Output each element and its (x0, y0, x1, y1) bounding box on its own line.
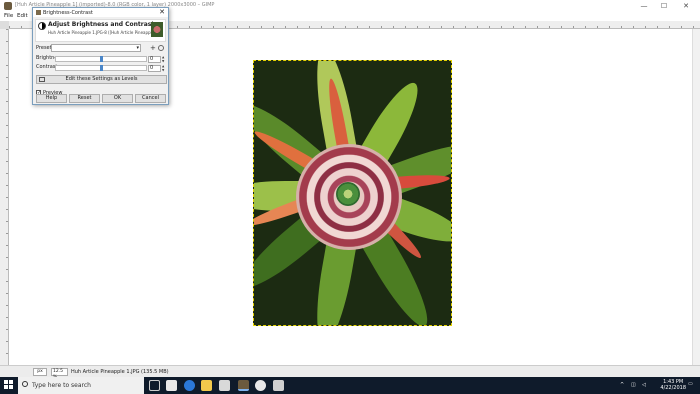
brightness-slider[interactable] (55, 56, 147, 62)
dialog-app-icon (36, 10, 41, 15)
close-button[interactable]: ✕ (678, 0, 694, 12)
search-icon (22, 381, 28, 387)
status-bar: px 12.5 % Huh Article Pineapple 1.JPG (1… (0, 365, 700, 380)
taskbar-clock[interactable]: 1:43 PM 4/22/2018 (660, 379, 686, 391)
windows-start-icon[interactable] (4, 380, 14, 390)
mail-icon[interactable] (219, 380, 230, 391)
task-view-icon[interactable] (149, 380, 160, 391)
tray-chevron-icon[interactable]: ^ (620, 382, 624, 388)
notifications-icon[interactable]: ▭ (688, 381, 693, 387)
help-button[interactable]: Help (36, 94, 67, 103)
brightness-spin-arrows[interactable]: ▲ ▼ (162, 55, 166, 63)
preset-menu-icon[interactable] (158, 45, 164, 51)
contrast-slider-handle[interactable] (100, 65, 103, 71)
image-thumbnail (151, 22, 163, 37)
presets-combo[interactable]: ▾ (51, 44, 141, 52)
dialog-titlebar[interactable]: Brightness-Contrast ✕ (33, 8, 168, 17)
clock-date: 4/22/2018 (660, 385, 686, 391)
edit-as-levels-label: Edit these Settings as Levels (65, 76, 138, 82)
brightness-contrast-dialog: Brightness-Contrast ✕ Adjust Brightness … (32, 7, 169, 105)
image-info: Huh Article Pineapple 1.JPG (135.5 MB) (71, 369, 169, 375)
chevron-down-icon: ▾ (136, 45, 139, 51)
taskbar-search-box[interactable]: Type here to search (18, 377, 144, 394)
windows-taskbar: Type here to search ^ ◫ ◁ 1:43 PM 4/22/2… (0, 377, 700, 394)
contrast-slider[interactable] (55, 65, 147, 71)
menu-file[interactable]: File (4, 13, 13, 19)
taskbar-search-placeholder: Type here to search (32, 382, 91, 389)
contrast-spin-arrows[interactable]: ▲ ▼ (162, 64, 166, 72)
notepad-icon[interactable] (273, 380, 284, 391)
file-explorer-icon[interactable] (201, 380, 212, 391)
levels-icon (39, 77, 45, 82)
store-icon[interactable] (166, 380, 177, 391)
vertical-scrollbar[interactable] (692, 29, 700, 365)
dialog-header: Adjust Brightness and Contrast Huh Artic… (35, 19, 166, 42)
vertical-ruler[interactable] (0, 29, 9, 365)
ruler-corner[interactable] (0, 21, 9, 29)
cancel-button[interactable]: Cancel (135, 94, 166, 103)
zoom-selector[interactable]: 12.5 % (51, 368, 68, 380)
dialog-title: Brightness-Contrast (43, 10, 93, 16)
brightness-input[interactable]: 0 (148, 56, 161, 63)
gimp-app-icon (4, 2, 12, 10)
brightness-contrast-icon (38, 22, 46, 30)
gimp-taskbar-icon[interactable] (238, 380, 249, 391)
ok-button[interactable]: OK (102, 94, 133, 103)
edge-browser-icon[interactable] (184, 380, 195, 391)
unit-selector[interactable]: px (33, 368, 47, 376)
volume-icon[interactable]: ◁ (642, 382, 646, 388)
onedrive-icon[interactable] (255, 380, 266, 391)
pineapple-crown (336, 182, 360, 206)
minimize-button[interactable]: — (636, 0, 652, 12)
brightness-slider-handle[interactable] (100, 56, 103, 62)
dialog-close-button[interactable]: ✕ (159, 8, 165, 16)
reset-button[interactable]: Reset (69, 94, 100, 103)
edit-as-levels-button[interactable]: Edit these Settings as Levels (36, 75, 167, 84)
maximize-button[interactable]: ☐ (656, 0, 672, 12)
dialog-heading: Adjust Brightness and Contrast (48, 21, 155, 28)
pineapple-image[interactable] (253, 60, 452, 326)
dialog-subtitle: Huh Article Pineapple 1.JPG-8 ([Huh Arti… (48, 30, 152, 35)
network-icon[interactable]: ◫ (631, 382, 636, 388)
add-preset-icon[interactable]: + (150, 44, 156, 52)
contrast-input[interactable]: 0 (148, 65, 161, 72)
menu-edit[interactable]: Edit (17, 13, 28, 19)
